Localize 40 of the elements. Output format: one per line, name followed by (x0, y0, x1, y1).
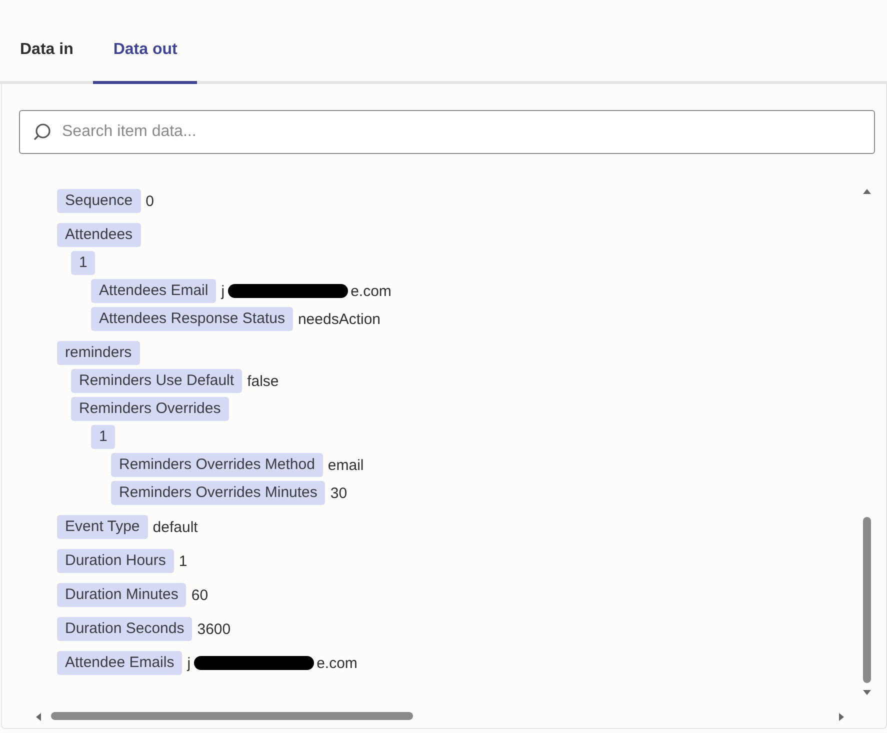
field-value: e.com (316, 654, 358, 672)
field-value: 0 (146, 192, 154, 210)
search-icon (32, 122, 52, 142)
field-value: 30 (330, 484, 348, 502)
field-value: default (152, 518, 198, 536)
field-key[interactable]: Reminders Overrides Method (111, 453, 323, 477)
field-key[interactable]: Reminders Use Default (71, 369, 242, 393)
field-value: email (328, 456, 364, 474)
field-key[interactable]: Sequence (57, 189, 141, 213)
scroll-up-icon[interactable] (862, 187, 872, 195)
scroll-left-icon[interactable] (34, 712, 42, 722)
search-input[interactable]: Search item data... (60, 122, 862, 142)
field-value: needsAction (298, 310, 381, 328)
field-value: 3600 (197, 620, 231, 638)
field-value: false (247, 372, 279, 390)
tab[interactable]: Data out (93, 0, 198, 84)
field-value: j (187, 654, 191, 672)
field-value: e.com (350, 282, 392, 300)
scroll-down-icon[interactable] (862, 689, 872, 697)
field-key[interactable]: Attendees (57, 223, 141, 247)
field-key[interactable]: 1 (71, 251, 96, 275)
field-key[interactable]: Attendees Email (91, 279, 216, 303)
field-key[interactable]: Duration Seconds (57, 617, 192, 641)
field-value: 1 (178, 552, 188, 570)
field-key[interactable]: 1 (91, 425, 116, 449)
field-key[interactable]: Event Type (57, 515, 148, 539)
field-key[interactable]: Reminders Overrides Minutes (111, 481, 326, 505)
search-field[interactable]: Search item data... (19, 110, 875, 154)
field-key[interactable]: Attendees Response Status (91, 307, 293, 331)
field-key[interactable]: Duration Minutes (57, 583, 186, 607)
field-key[interactable]: Attendee Emails (57, 651, 182, 675)
field-value: j (221, 282, 225, 300)
field-key[interactable]: Duration Hours (57, 549, 174, 573)
field-key[interactable]: Reminders Overrides (71, 397, 229, 421)
scrollbar-thumb[interactable] (51, 712, 413, 720)
scroll-right-icon[interactable] (838, 712, 846, 722)
tab[interactable]: Data in (0, 0, 94, 84)
field-value: 60 (191, 586, 208, 604)
field-key[interactable]: reminders (57, 341, 140, 365)
scrollbar-thumb[interactable] (863, 517, 871, 683)
